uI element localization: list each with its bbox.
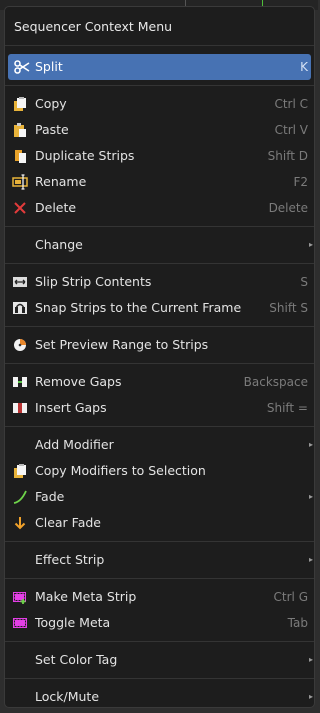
separator — [5, 426, 314, 427]
insert-gaps-icon — [5, 395, 35, 421]
make-meta-icon — [5, 584, 35, 610]
menu-item-set-preview-range[interactable]: Set Preview Range to Strips — [5, 332, 314, 358]
menu-item-label: Split — [35, 59, 63, 74]
menu-item-label: Snap Strips to the Current Frame — [35, 300, 242, 315]
submenu-arrow-icon: ▸ — [308, 555, 313, 564]
menu-item-set-color-tag[interactable]: Set Color Tag ▸ — [5, 647, 314, 673]
preview-range-icon — [5, 332, 35, 358]
menu-item-label: Copy — [35, 96, 67, 111]
menu-item-remove-gaps[interactable]: Remove Gaps Backspace — [5, 369, 314, 395]
menu-item-label: Remove Gaps — [35, 374, 122, 389]
separator — [5, 363, 314, 364]
menu-item-paste[interactable]: Paste Ctrl V — [5, 117, 314, 143]
shortcut-label: F2 — [293, 175, 308, 189]
x-icon — [5, 195, 35, 221]
menu-item-insert-gaps[interactable]: Insert Gaps Shift = — [5, 395, 314, 421]
shortcut-label: Delete — [268, 201, 308, 215]
submenu-arrow-icon: ▸ — [308, 492, 313, 501]
menu-item-label: Toggle Meta — [35, 615, 111, 630]
remove-gaps-icon — [5, 369, 35, 395]
menu-item-effect-strip[interactable]: Effect Strip ▸ — [5, 547, 314, 573]
submenu-arrow-icon: ▸ — [308, 655, 313, 664]
shortcut-label: Tab — [287, 616, 308, 630]
scissors-icon — [8, 54, 35, 80]
shortcut-label: Ctrl G — [273, 590, 308, 604]
separator — [5, 541, 314, 542]
separator — [5, 326, 314, 327]
menu-item-label: Effect Strip — [35, 552, 105, 567]
paste-icon — [5, 117, 35, 143]
fade-curve-icon — [5, 484, 35, 510]
duplicate-icon — [5, 143, 35, 169]
menu-title: Sequencer Context Menu — [5, 7, 314, 46]
menu-item-label: Fade — [35, 489, 65, 504]
menu-item-label: Set Preview Range to Strips — [35, 337, 209, 352]
menu-item-label: Lock/Mute — [35, 689, 100, 704]
shortcut-label: S — [300, 275, 308, 289]
menu-item-copy[interactable]: Copy Ctrl C — [5, 91, 314, 117]
submenu-arrow-icon: ▸ — [308, 692, 313, 701]
separator — [5, 85, 314, 86]
snap-icon — [5, 295, 35, 321]
shortcut-label: Ctrl C — [274, 97, 308, 111]
menu-item-label: Set Color Tag — [35, 652, 118, 667]
menu-item-snap-strips[interactable]: Snap Strips to the Current Frame Shift S — [5, 295, 314, 321]
separator — [5, 263, 314, 264]
menu-item-delete[interactable]: Delete Delete — [5, 195, 314, 221]
separator — [5, 578, 314, 579]
separator — [5, 226, 314, 227]
submenu-arrow-icon: ▸ — [308, 240, 313, 249]
copy-icon — [5, 91, 35, 117]
menu-item-label: Paste — [35, 122, 69, 137]
menu-item-label: Duplicate Strips — [35, 148, 135, 163]
menu-item-change[interactable]: Change ▸ — [5, 232, 314, 258]
copy-icon — [5, 458, 35, 484]
slip-icon — [5, 269, 35, 295]
shortcut-label: Ctrl V — [274, 123, 308, 137]
menu-item-fade[interactable]: Fade ▸ — [5, 484, 314, 510]
menu-item-clear-fade[interactable]: Clear Fade — [5, 510, 314, 536]
menu-item-label: Slip Strip Contents — [35, 274, 152, 289]
menu-item-make-meta-strip[interactable]: Make Meta Strip Ctrl G — [5, 584, 314, 610]
rename-icon — [5, 169, 35, 195]
menu-item-label: Clear Fade — [35, 515, 101, 530]
menu-item-label: Rename — [35, 174, 87, 189]
menu-item-label: Insert Gaps — [35, 400, 107, 415]
menu-item-label: Add Modifier — [35, 437, 114, 452]
menu-item-split[interactable]: Split K — [8, 54, 311, 80]
menu-item-duplicate-strips[interactable]: Duplicate Strips Shift D — [5, 143, 314, 169]
down-arrow-icon — [5, 510, 35, 536]
menu-item-rename[interactable]: Rename F2 — [5, 169, 314, 195]
menu-item-toggle-meta[interactable]: Toggle Meta Tab — [5, 610, 314, 636]
menu-item-copy-modifiers[interactable]: Copy Modifiers to Selection — [5, 458, 314, 484]
menu-item-label: Copy Modifiers to Selection — [35, 463, 206, 478]
shortcut-label: Shift = — [266, 401, 308, 415]
menu-item-label: Delete — [35, 200, 77, 215]
shortcut-label: Shift D — [267, 149, 308, 163]
sequencer-context-menu: Sequencer Context Menu Split K Copy Ctrl… — [4, 6, 315, 708]
menu-item-lock-mute[interactable]: Lock/Mute ▸ — [5, 684, 314, 707]
submenu-arrow-icon: ▸ — [308, 440, 313, 449]
shortcut-label: Backspace — [243, 375, 308, 389]
menu-item-label: Make Meta Strip — [35, 589, 137, 604]
separator — [5, 678, 314, 679]
shortcut-label: Shift S — [269, 301, 308, 315]
menu-item-label: Change — [35, 237, 83, 252]
toggle-meta-icon — [5, 610, 35, 636]
separator — [5, 641, 314, 642]
menu-item-add-modifier[interactable]: Add Modifier ▸ — [5, 432, 314, 458]
menu-item-slip-strip-contents[interactable]: Slip Strip Contents S — [5, 269, 314, 295]
shortcut-label: K — [300, 60, 308, 74]
